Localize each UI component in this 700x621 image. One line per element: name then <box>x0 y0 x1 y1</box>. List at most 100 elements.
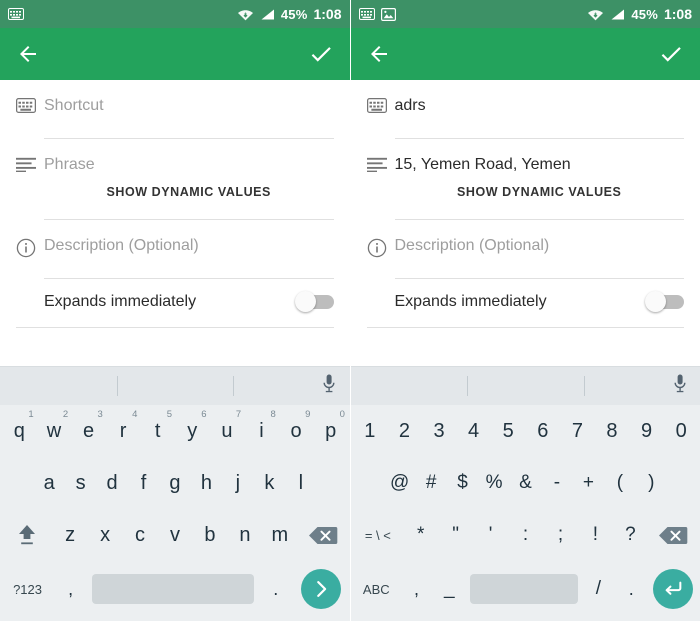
key-period[interactable]: . <box>615 561 648 617</box>
key-2[interactable]: 2 <box>387 405 422 457</box>
battery-percentage: 45% <box>631 6 658 22</box>
more-symbols-key[interactable]: = \ < <box>353 509 404 561</box>
suggestion-slot-1[interactable] <box>351 367 468 405</box>
shift-arrow-icon[interactable] <box>2 509 53 561</box>
phrase-input[interactable]: Phrase <box>44 155 334 175</box>
key-g[interactable]: g <box>159 457 190 509</box>
spacebar[interactable] <box>469 574 578 604</box>
key-e[interactable]: 3e <box>71 405 106 457</box>
key-close-paren[interactable]: ) <box>636 457 667 509</box>
next-action-key[interactable] <box>293 569 348 609</box>
key-plus[interactable]: + <box>573 457 604 509</box>
shortcut-field[interactable]: adrs <box>351 80 700 139</box>
check-icon[interactable] <box>658 41 684 67</box>
keyboard-row-4: ABC , _ / . <box>351 561 700 617</box>
description-input[interactable]: Description (Optional) <box>44 236 334 256</box>
abc-mode-key[interactable]: ABC <box>353 561 401 617</box>
key-8[interactable]: 8 <box>595 405 630 457</box>
key-underscore[interactable]: _ <box>433 561 466 617</box>
suggestion-slot-2[interactable] <box>467 367 584 405</box>
back-arrow-icon[interactable] <box>16 42 40 66</box>
spacebar[interactable] <box>92 574 255 604</box>
expands-immediately-row[interactable]: Expands immediately <box>351 279 700 312</box>
show-dynamic-values-button[interactable]: SHOW DYNAMIC VALUES <box>395 175 685 199</box>
back-arrow-icon[interactable] <box>367 42 391 66</box>
key-hyphen[interactable]: - <box>541 457 572 509</box>
key-v[interactable]: v <box>158 509 193 561</box>
key-o[interactable]: 9o <box>279 405 314 457</box>
key-n[interactable]: n <box>227 509 262 561</box>
description-input[interactable]: Description (Optional) <box>395 236 685 256</box>
key-h[interactable]: h <box>191 457 222 509</box>
key-period[interactable]: . <box>258 561 293 617</box>
phrase-field[interactable]: Phrase SHOW DYNAMIC VALUES <box>0 139 350 220</box>
key-s[interactable]: s <box>65 457 96 509</box>
enter-action-key[interactable] <box>648 569 699 609</box>
key-b[interactable]: b <box>192 509 227 561</box>
expands-immediately-row[interactable]: Expands immediately <box>0 279 350 312</box>
key-question[interactable]: ? <box>613 509 648 561</box>
key-percent[interactable]: % <box>478 457 509 509</box>
key-q[interactable]: 1q <box>2 405 37 457</box>
key-6[interactable]: 6 <box>526 405 561 457</box>
key-colon[interactable]: : <box>508 509 543 561</box>
key-open-paren[interactable]: ( <box>604 457 635 509</box>
key-4[interactable]: 4 <box>456 405 491 457</box>
key-at[interactable]: @ <box>384 457 415 509</box>
key-a[interactable]: a <box>33 457 64 509</box>
key-label: r <box>119 419 127 442</box>
key-j[interactable]: j <box>222 457 253 509</box>
check-icon[interactable] <box>308 41 334 67</box>
key-double-quote[interactable]: " <box>438 509 473 561</box>
key-w[interactable]: 2w <box>37 405 72 457</box>
key-hash[interactable]: # <box>415 457 446 509</box>
expands-immediately-toggle[interactable] <box>645 291 684 312</box>
phrase-field[interactable]: 15, Yemen Road, Yemen SHOW DYNAMIC VALUE… <box>351 139 700 220</box>
shortcut-field[interactable]: Shortcut <box>0 80 350 139</box>
key-9[interactable]: 9 <box>629 405 664 457</box>
key-d[interactable]: d <box>96 457 127 509</box>
backspace-icon[interactable] <box>648 509 699 561</box>
microphone-icon[interactable] <box>322 374 336 399</box>
key-single-quote[interactable]: ' <box>473 509 508 561</box>
key-7[interactable]: 7 <box>560 405 595 457</box>
key-k[interactable]: k <box>254 457 285 509</box>
key-slash[interactable]: / <box>582 561 615 617</box>
key-0[interactable]: 0 <box>664 405 699 457</box>
key-ampersand[interactable]: & <box>510 457 541 509</box>
shortcut-input[interactable]: adrs <box>395 96 685 116</box>
suggestion-slot-2[interactable] <box>116 367 234 405</box>
backspace-icon[interactable] <box>297 509 348 561</box>
key-u[interactable]: 7u <box>210 405 245 457</box>
key-semicolon[interactable]: ; <box>543 509 578 561</box>
description-field[interactable]: Description (Optional) <box>351 220 700 279</box>
key-exclamation[interactable]: ! <box>578 509 613 561</box>
key-l[interactable]: l <box>285 457 316 509</box>
key-comma[interactable]: , <box>400 561 433 617</box>
show-dynamic-values-button[interactable]: SHOW DYNAMIC VALUES <box>44 175 334 199</box>
key-c[interactable]: c <box>123 509 158 561</box>
shortcut-input[interactable]: Shortcut <box>44 96 334 116</box>
key-f[interactable]: f <box>128 457 159 509</box>
expands-immediately-toggle[interactable] <box>294 291 334 312</box>
suggestion-slot-1[interactable] <box>0 367 117 405</box>
key-5[interactable]: 5 <box>491 405 526 457</box>
symbols-mode-key[interactable]: ?123 <box>2 561 53 617</box>
key-comma[interactable]: , <box>53 561 88 617</box>
key-i[interactable]: 8i <box>244 405 279 457</box>
shortcut-input-wrap: adrs <box>394 96 685 139</box>
key-3[interactable]: 3 <box>422 405 457 457</box>
phrase-input[interactable]: 15, Yemen Road, Yemen <box>395 155 685 175</box>
key-t[interactable]: 5t <box>140 405 175 457</box>
key-z[interactable]: z <box>53 509 88 561</box>
key-x[interactable]: x <box>88 509 123 561</box>
key-r[interactable]: 4r <box>106 405 141 457</box>
microphone-icon[interactable] <box>673 374 687 399</box>
description-field[interactable]: Description (Optional) <box>0 220 350 279</box>
key-asterisk[interactable]: * <box>403 509 438 561</box>
key-p[interactable]: 0p <box>313 405 348 457</box>
key-y[interactable]: 6y <box>175 405 210 457</box>
key-m[interactable]: m <box>262 509 297 561</box>
key-dollar[interactable]: $ <box>447 457 478 509</box>
key-1[interactable]: 1 <box>353 405 388 457</box>
